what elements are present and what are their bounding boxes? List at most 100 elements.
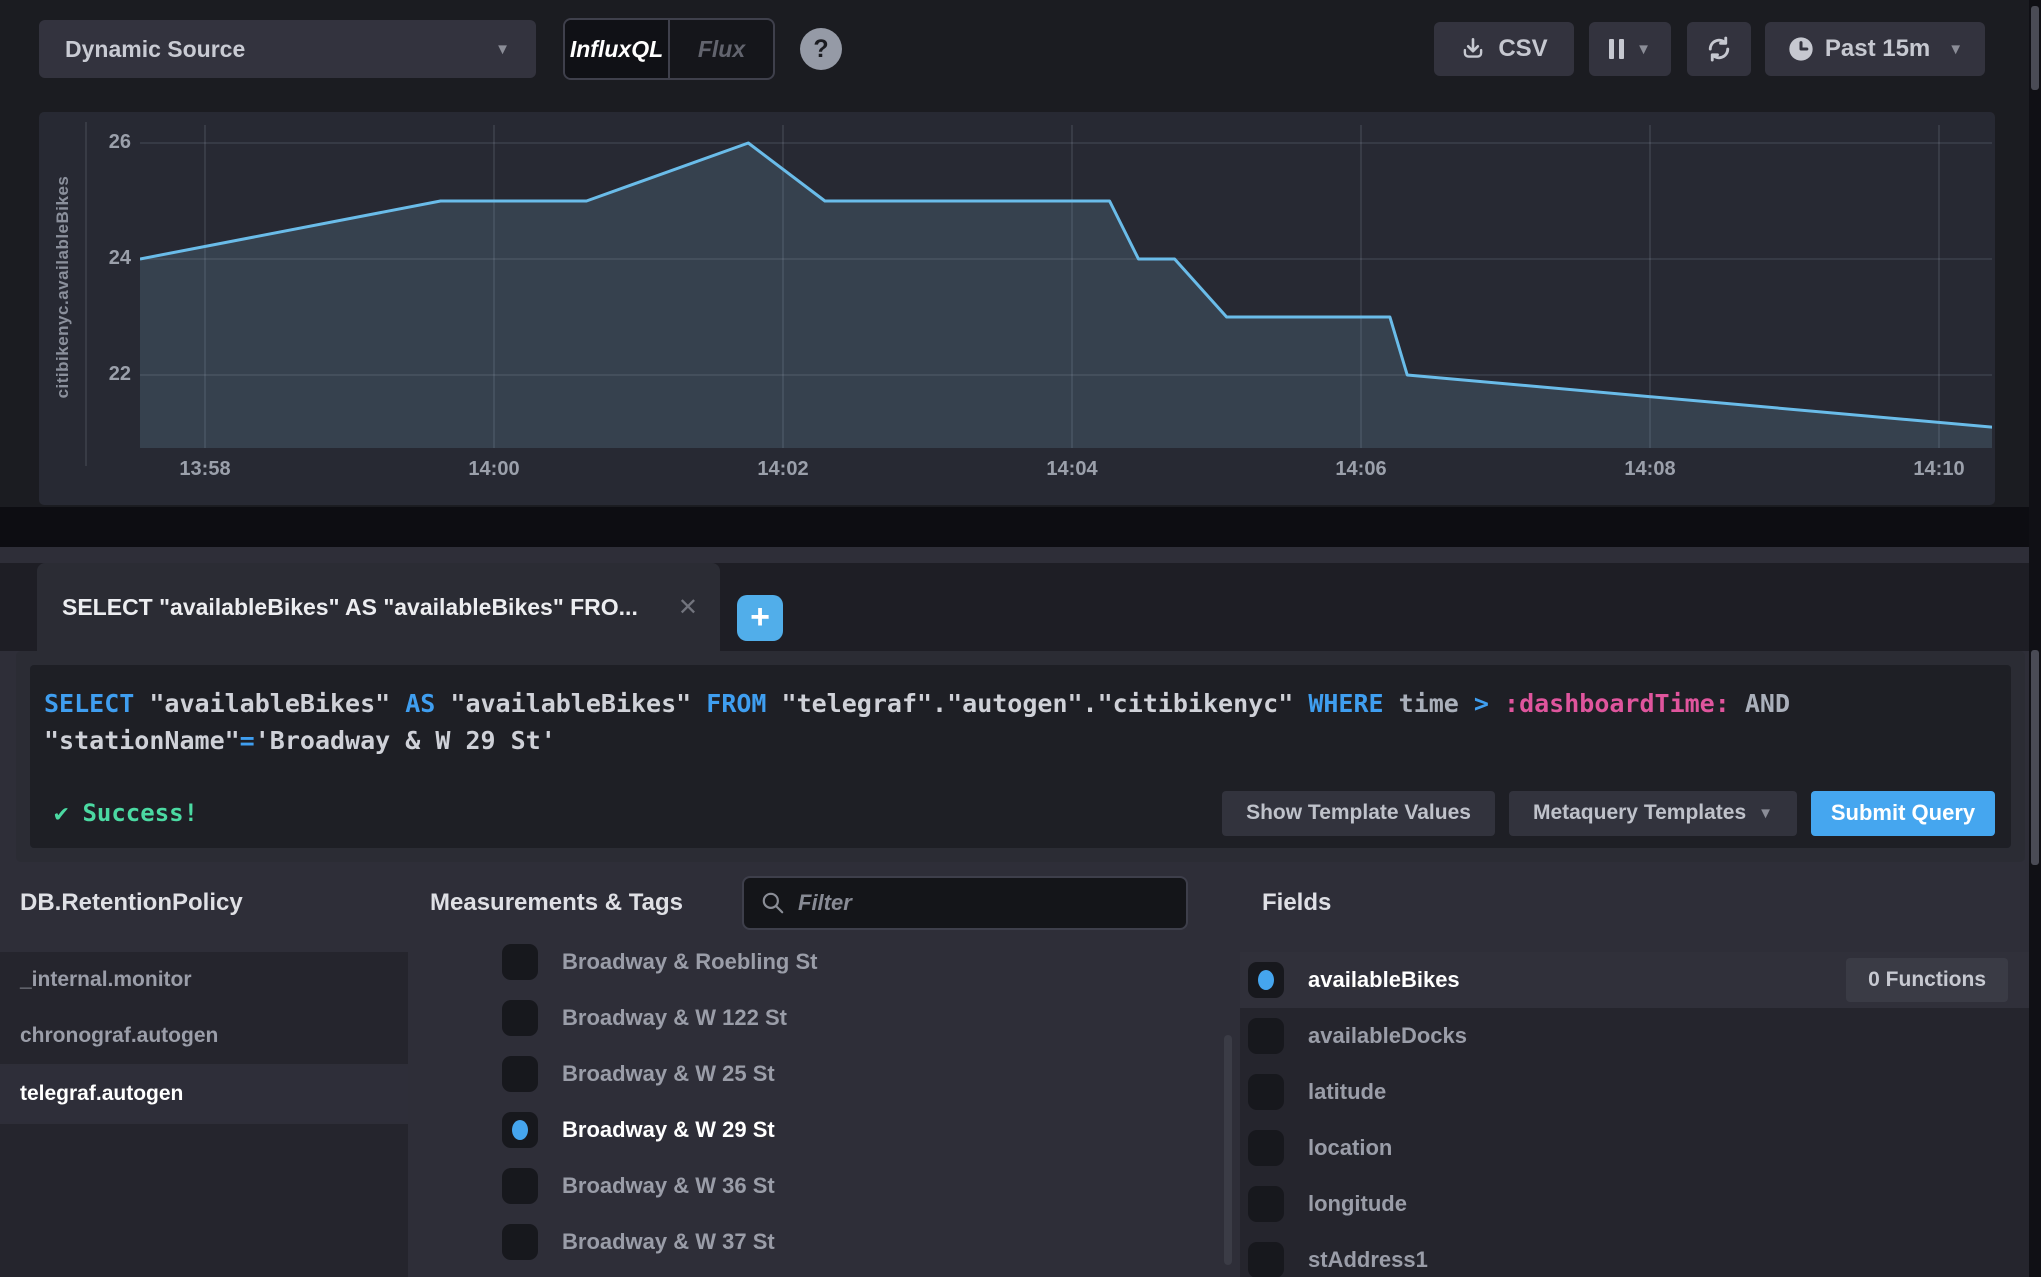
show-template-values-button[interactable]: Show Template Values [1222,791,1495,836]
db-retention-item[interactable]: _internal.monitor [0,952,408,1008]
csv-download-button[interactable]: CSV [1434,22,1574,76]
checkbox-checked-icon[interactable] [502,1112,538,1148]
close-icon[interactable]: ✕ [678,593,698,622]
x-tick-label: 14:06 [1316,458,1406,481]
pause-button[interactable]: ▼ [1589,22,1671,76]
section-divider [0,507,2041,547]
functions-badge[interactable]: 0 Functions [1846,958,2008,1002]
checkbox-icon[interactable] [1248,1130,1284,1166]
x-tick-label: 13:58 [160,458,250,481]
measurement-item-label: Broadway & W 29 St [562,1117,775,1143]
query-tab-label: SELECT "availableBikes" AS "availableBik… [62,594,638,621]
measurement-item-label: Broadway & W 36 St [562,1173,775,1199]
field-item-label: stAddress1 [1308,1247,1428,1273]
metaquery-templates-dropdown[interactable]: Metaquery Templates ▼ [1509,791,1797,836]
fields-header: Fields [1262,888,1331,918]
measurement-item[interactable]: Broadway & Roebling St [430,934,1230,990]
query-code-editor[interactable]: SELECT "availableBikes" AS "availableBik… [30,665,2011,848]
x-tick-label: 14:08 [1605,458,1695,481]
clock-icon [1787,35,1815,63]
measurements-filter[interactable] [742,876,1188,930]
measurement-item[interactable]: Broadway & W 122 St [430,990,1230,1046]
filter-input[interactable] [796,889,1160,917]
field-item[interactable]: latitude [1240,1064,2041,1120]
checkbox-icon[interactable] [502,944,538,980]
field-item-label: longitude [1308,1191,1407,1217]
query-language-toggle[interactable]: InfluxQL Flux [563,18,775,80]
graph-section: Dynamic Source ▼ InfluxQL Flux ? CSV ▼ P… [0,0,2041,507]
measurements-list: Broadway & Roebling St Broadway & W 122 S… [430,934,1230,1270]
y-tick-label: 26 [87,131,131,154]
checkbox-icon[interactable] [502,1168,538,1204]
x-tick-label: 14:02 [738,458,828,481]
field-item[interactable]: availableDocks [1240,1008,2041,1064]
measurement-item[interactable]: Broadway & W 25 St [430,1046,1230,1102]
time-range-label: Past 15m [1825,35,1930,63]
checkbox-icon[interactable] [1248,1186,1284,1222]
csv-button-label: CSV [1498,35,1547,63]
db-retention-item[interactable]: telegraf.autogen [0,1064,408,1124]
query-tab-bar: SELECT "availableBikes" AS "availableBik… [0,563,2041,651]
metaquery-templates-label: Metaquery Templates [1533,801,1746,825]
field-item[interactable]: longitude [1240,1176,2041,1232]
refresh-icon [1704,34,1734,64]
query-text[interactable]: SELECT "availableBikes" AS "availableBik… [44,685,1991,759]
field-item-label: availableBikes [1308,967,1460,993]
field-item[interactable]: location [1240,1120,2041,1176]
fields-list: availableBikes 0 Functions availableDocks l… [1240,952,2041,1277]
toggle-flux[interactable]: Flux [668,20,773,78]
db-retention-list: _internal.monitorchronograf.autogenteleg… [0,952,408,1277]
time-range-dropdown[interactable]: Past 15m ▼ [1765,22,1985,76]
help-icon[interactable]: ? [800,28,842,70]
query-editor-wrapper: SELECT "availableBikes" AS "availableBik… [16,651,2025,862]
measurement-item[interactable]: Broadway & W 36 St [430,1158,1230,1214]
add-query-tab-button[interactable]: + [737,595,783,641]
checkbox-icon[interactable] [502,1224,538,1260]
x-tick-label: 14:04 [1027,458,1117,481]
checkbox-checked-icon[interactable] [1248,962,1284,998]
x-tick-label: 14:00 [449,458,539,481]
timeseries-chart[interactable] [140,125,1992,448]
graph-panel: citibikenyc.availableBikes 26 24 22 13:58 1… [39,112,1995,505]
y-axis-title: citibikenyc.availableBikes [53,137,79,437]
checkbox-icon[interactable] [1248,1074,1284,1110]
download-icon [1460,36,1486,62]
query-tab[interactable]: SELECT "availableBikes" AS "availableBik… [37,563,720,651]
field-item[interactable]: availableBikes 0 Functions [1240,952,2041,1008]
toggle-influxql[interactable]: InfluxQL [565,20,668,78]
measurement-item-label: Broadway & W 25 St [562,1061,775,1087]
search-icon [760,890,786,916]
checkbox-icon[interactable] [502,1056,538,1092]
refresh-button[interactable] [1687,22,1751,76]
measurements-scrollbar[interactable] [1224,1035,1232,1265]
field-item[interactable]: stAddress1 [1240,1232,2041,1277]
query-code-line: SELECT "availableBikes" AS "availableBik… [44,685,1991,722]
db-list-background [0,1124,408,1277]
chevron-down-icon: ▼ [495,42,510,57]
field-item-label: location [1308,1135,1392,1161]
status-message: Success! [82,799,198,827]
page-scrollbar-thumb[interactable] [2031,6,2039,90]
check-icon: ✔ [54,799,68,827]
measurement-item-label: Broadway & Roebling St [562,949,817,975]
source-dropdown[interactable]: Dynamic Source ▼ [39,20,536,78]
query-status-row: ✔ Success! Show Template Values Metaquer… [54,790,1995,836]
checkbox-icon[interactable] [1248,1018,1284,1054]
checkbox-icon[interactable] [502,1000,538,1036]
submit-query-button[interactable]: Submit Query [1811,791,1995,836]
editor-scrollbar-thumb[interactable] [2031,650,2039,865]
source-dropdown-label: Dynamic Source [65,36,245,63]
field-item-label: latitude [1308,1079,1386,1105]
measurement-item[interactable]: Broadway & W 37 St [430,1214,1230,1270]
pause-icon [1609,39,1624,59]
y-axis-line [85,122,87,466]
page-scrollbar-track[interactable] [2029,0,2041,1277]
chevron-down-icon: ▼ [1636,42,1651,57]
y-tick-label: 22 [87,363,131,386]
x-tick-label: 14:10 [1894,458,1984,481]
db-retention-item[interactable]: chronograf.autogen [0,1008,408,1064]
y-tick-label: 24 [87,247,131,270]
db-retention-header: DB.RetentionPolicy [20,888,243,918]
checkbox-icon[interactable] [1248,1242,1284,1277]
measurement-item[interactable]: Broadway & W 29 St [430,1102,1230,1158]
